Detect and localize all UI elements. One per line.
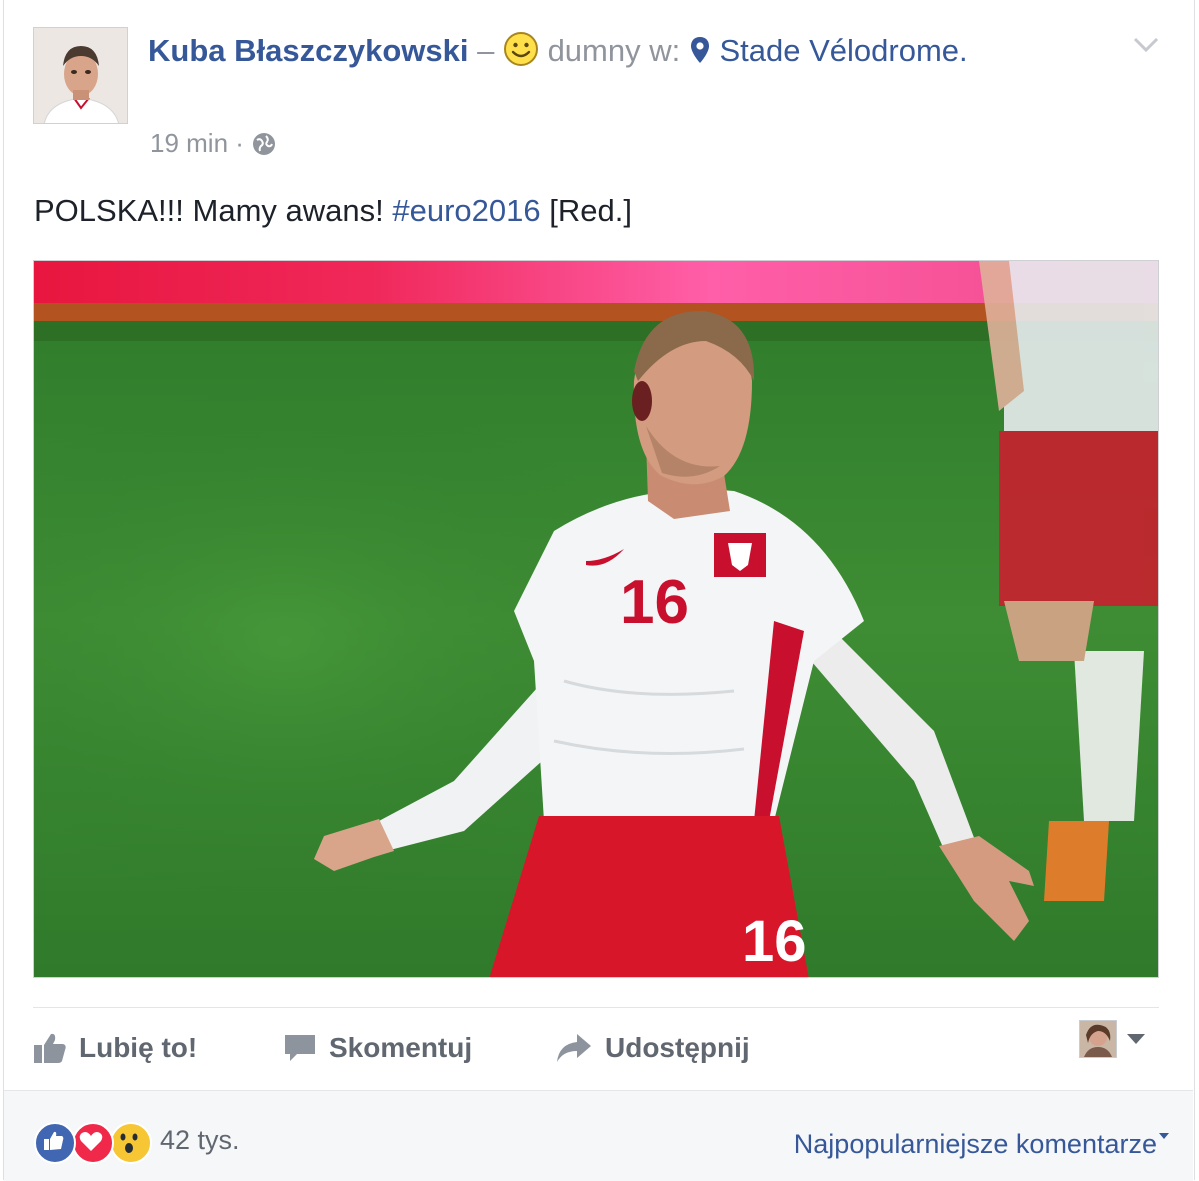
share-label: Udostępnij — [605, 1032, 750, 1063]
post-text-end: [Red.] — [540, 193, 632, 228]
post-header: Kuba Błaszczykowski – dumny w: Stade Vél… — [148, 28, 1098, 74]
comment-icon — [285, 1035, 315, 1061]
author-name-link[interactable]: Kuba Błaszczykowski — [148, 33, 468, 68]
post-text: POLSKA!!! Mamy awans! #euro2016 [Red.] — [34, 191, 632, 231]
dash-separator: – — [468, 33, 503, 68]
shirt-number: 16 — [620, 568, 689, 637]
post-photo[interactable]: 16 16 — [33, 260, 1159, 978]
love-reaction-icon — [72, 1122, 114, 1164]
post-timestamp[interactable]: 19 min — [150, 128, 228, 158]
wow-reaction-icon — [110, 1122, 152, 1164]
chevron-down-icon[interactable] — [1132, 36, 1160, 54]
smiley-icon — [503, 32, 538, 66]
comment-label: Skomentuj — [329, 1032, 473, 1063]
at-label: w: — [640, 33, 689, 68]
place-link[interactable]: Stade Vélodrome. — [719, 33, 967, 68]
like-button[interactable]: Lubię to! — [33, 1023, 197, 1073]
comment-button[interactable]: Skomentuj — [283, 1023, 472, 1073]
like-reaction-icon — [34, 1122, 76, 1164]
reaction-icons[interactable] — [34, 1122, 152, 1164]
shorts-number: 16 — [742, 909, 807, 974]
page-selector-avatar[interactable] — [1079, 1020, 1117, 1058]
hashtag-link[interactable]: #euro2016 — [392, 193, 540, 228]
thumbs-up-icon — [34, 1033, 66, 1063]
share-arrow-icon — [557, 1034, 591, 1062]
sort-caret-icon[interactable] — [1159, 1133, 1169, 1139]
location-pin-icon — [690, 37, 709, 63]
action-bar: Lubię to! Skomentuj Udostępnij — [33, 1020, 1159, 1073]
caret-down-icon[interactable] — [1126, 1033, 1146, 1045]
post-text-main: POLSKA!!! Mamy awans! — [34, 193, 393, 228]
reactions-footer: 42 tys. Najpopularniejsze komentarze — [4, 1090, 1193, 1181]
post-meta: 19 min · — [150, 128, 277, 158]
author-avatar[interactable] — [33, 27, 128, 124]
reaction-count[interactable]: 42 tys. — [160, 1123, 240, 1157]
share-button[interactable]: Udostępnij — [555, 1023, 750, 1073]
globe-icon[interactable] — [251, 131, 277, 157]
like-label: Lubię to! — [79, 1032, 198, 1063]
feeling-text: dumny — [547, 33, 641, 68]
meta-separator: · — [228, 128, 252, 158]
comment-sort-dropdown[interactable]: Najpopularniejsze komentarze — [794, 1127, 1157, 1161]
action-divider — [33, 1007, 1159, 1008]
